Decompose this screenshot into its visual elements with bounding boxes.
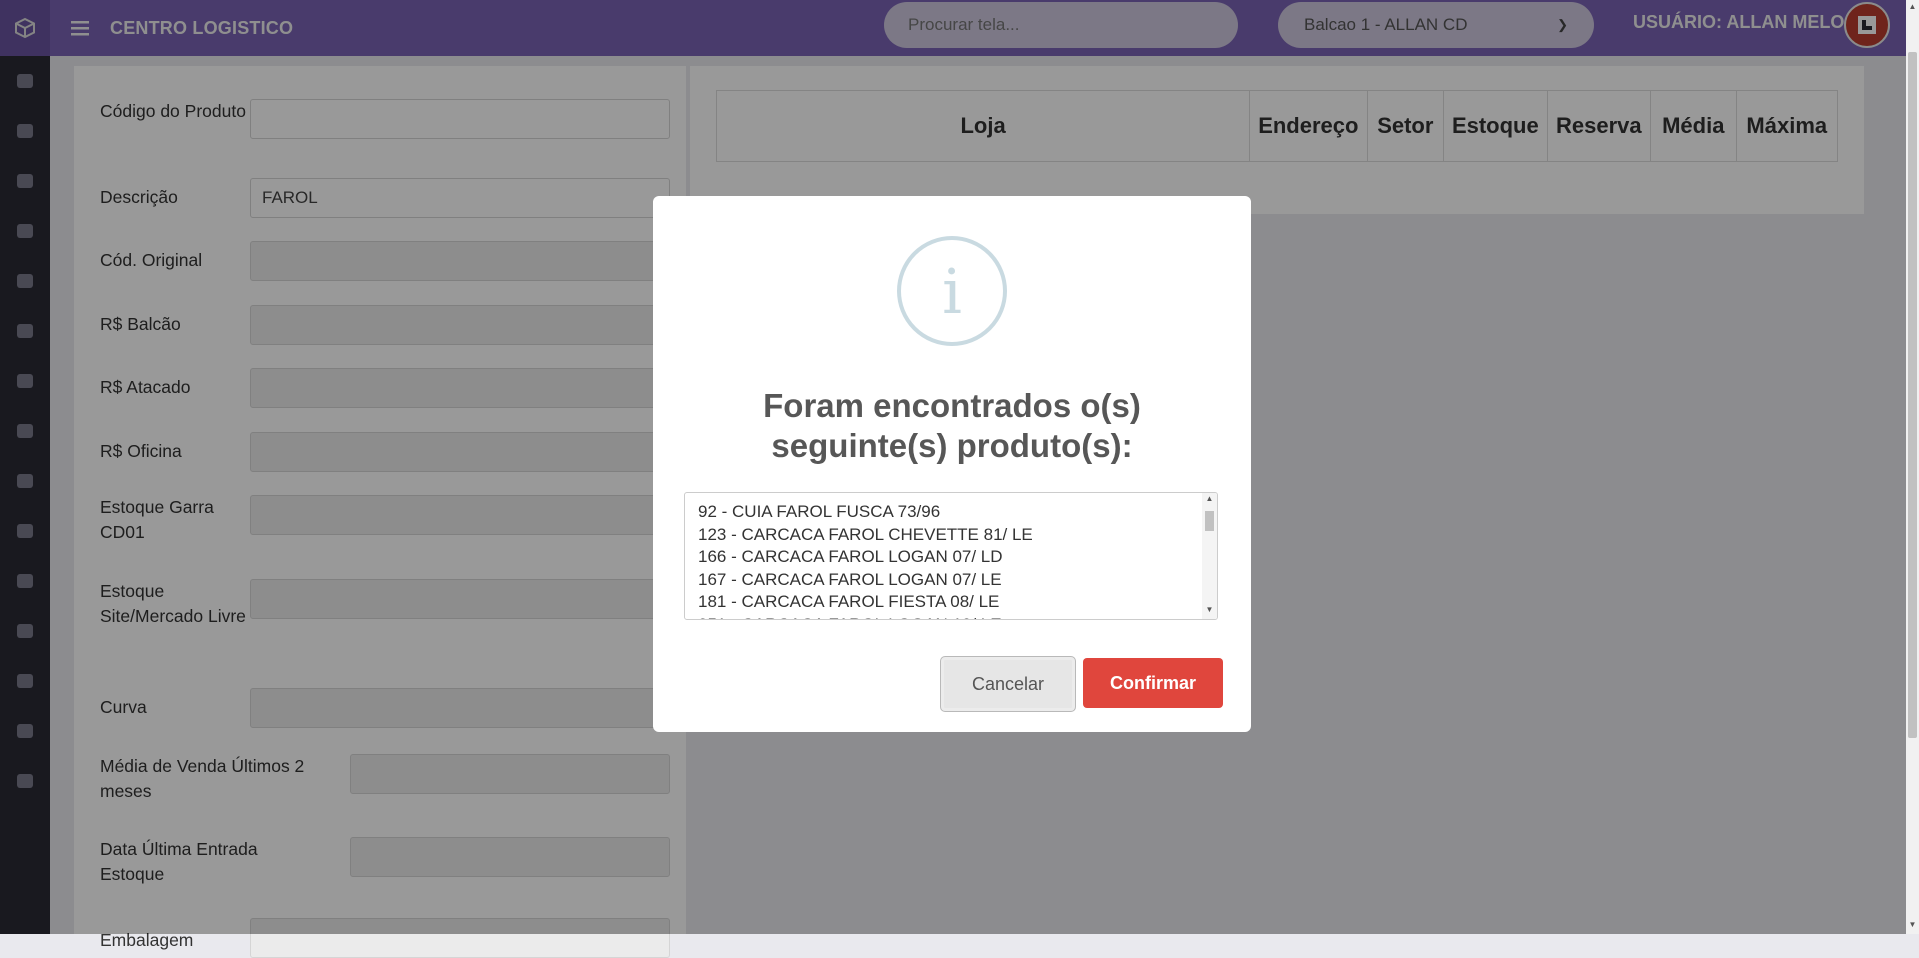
product-list[interactable]: 92 - CUIA FAROL FUSCA 73/96 123 - CARCACA… — [684, 492, 1218, 620]
product-list-item[interactable]: 166 - CARCACA FAROL LOGAN 07/ LD — [698, 546, 1217, 569]
confirm-button[interactable]: Confirmar — [1083, 658, 1223, 708]
scroll-down-icon[interactable]: ▼ — [1906, 920, 1919, 929]
product-list-item[interactable]: 251 - CARCACA FAROL LOGAN 10/ LE — [698, 614, 1217, 620]
scroll-up-icon[interactable]: ▲ — [1906, 2, 1919, 11]
product-list-item[interactable]: 181 - CARCACA FAROL FIESTA 08/ LE — [698, 591, 1217, 614]
info-icon: i — [897, 236, 1007, 346]
list-scroll-thumb[interactable] — [1205, 511, 1214, 531]
modal-title: Foram encontrados o(s) seguinte(s) produ… — [763, 387, 1141, 464]
list-scroll-up-icon[interactable]: ▲ — [1202, 494, 1217, 503]
product-list-item[interactable]: 92 - CUIA FAROL FUSCA 73/96 — [698, 501, 1217, 524]
product-list-item[interactable]: 123 - CARCACA FAROL CHEVETTE 81/ LE — [698, 524, 1217, 547]
product-list-item[interactable]: 167 - CARCACA FAROL LOGAN 07/ LE — [698, 569, 1217, 592]
cancel-button[interactable]: Cancelar — [940, 656, 1076, 712]
list-scrollbar[interactable]: ▲ ▼ — [1202, 493, 1217, 619]
list-scroll-down-icon[interactable]: ▼ — [1202, 605, 1217, 614]
page-scroll-thumb[interactable] — [1908, 52, 1917, 738]
page-scrollbar[interactable]: ▲ ▼ — [1906, 0, 1919, 934]
product-results-modal: i Foram encontrados o(s) seguinte(s) pro… — [653, 196, 1251, 732]
product-list-items: 92 - CUIA FAROL FUSCA 73/96 123 - CARCACA… — [685, 493, 1217, 620]
